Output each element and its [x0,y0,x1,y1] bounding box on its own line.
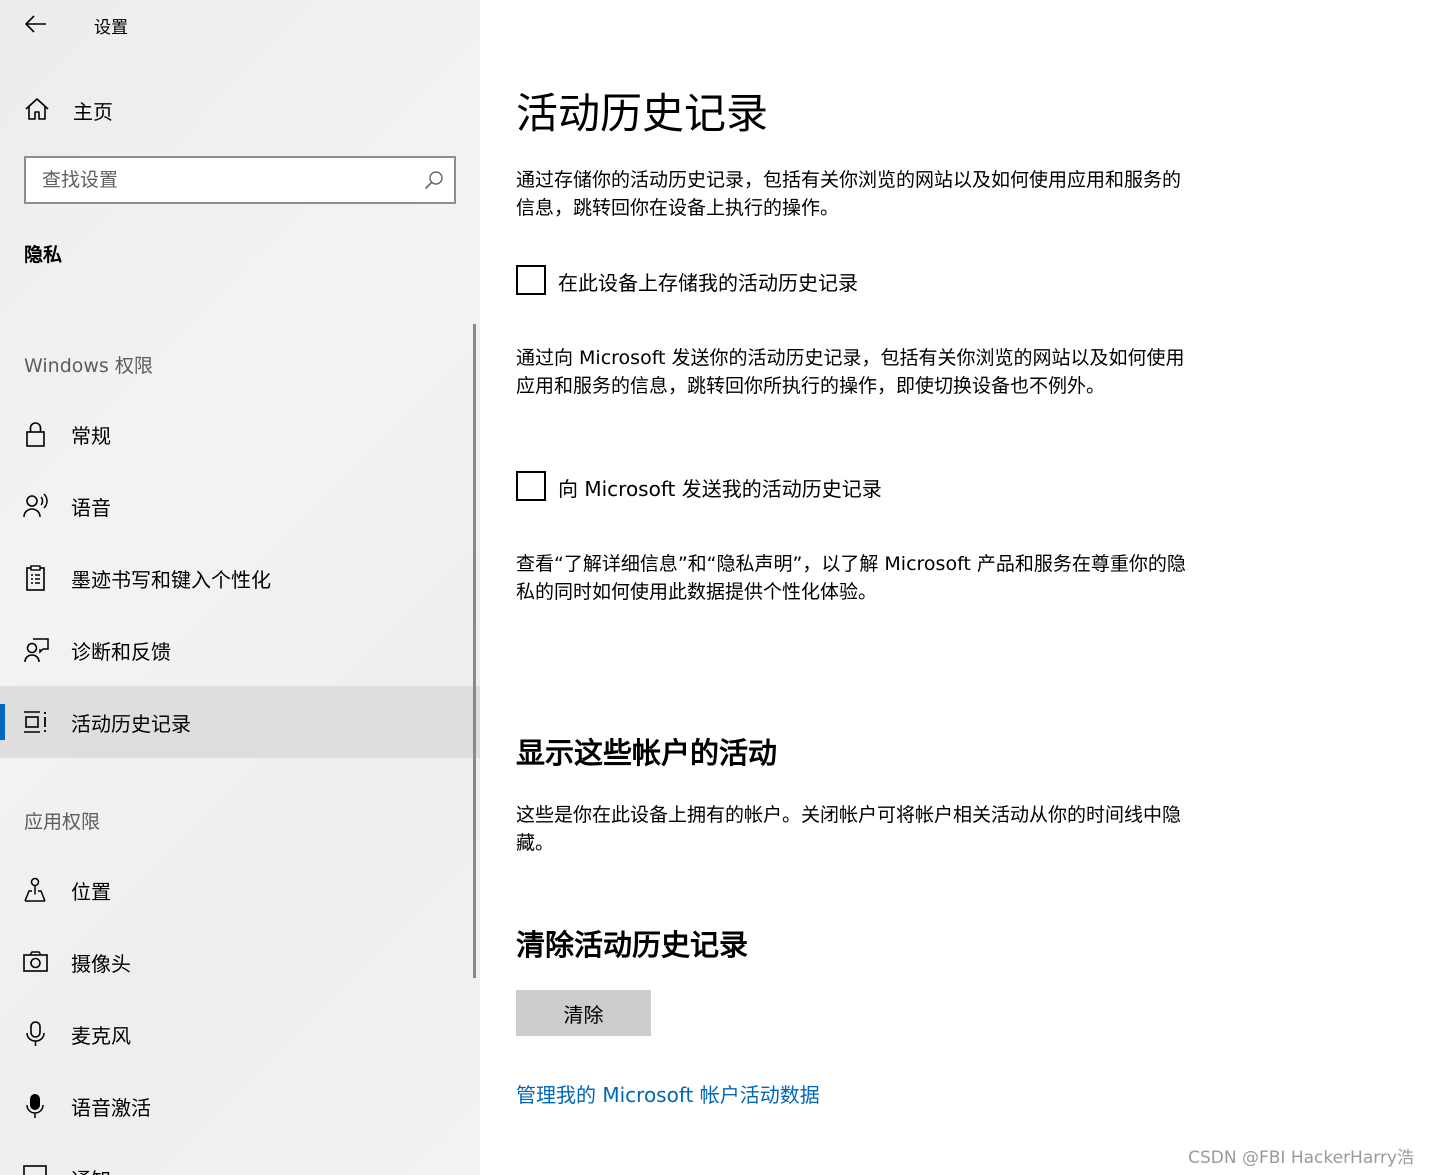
group-label-app-permissions: 应用权限 [24,811,101,833]
sidebar-item-label: 通知 [71,1164,111,1175]
checkbox-box[interactable] [516,265,546,295]
group-label-windows-permissions: Windows 权限 [24,355,153,377]
search-box[interactable] [24,156,456,204]
sidebar-item-general[interactable]: 常规 [0,398,480,470]
page-title: 活动历史记录 [516,89,769,138]
sidebar-item-label: 麦克风 [71,1024,131,1048]
sidebar-item-label: 位置 [71,880,111,904]
sidebar-item-label: 主页 [73,100,113,124]
sidebar-item-label: 语音 [71,496,111,520]
clear-section-title: 清除活动历史记录 [516,928,749,962]
clear-button[interactable]: 清除 [516,990,651,1036]
activity-history-description: 通过存储你的活动历史记录，包括有关你浏览的网站以及如何使用应用和服务的信息，跳转… [516,169,1182,219]
sidebar-item-label: 诊断和反馈 [71,640,171,664]
sidebar-item-label: 活动历史记录 [71,712,191,736]
back-button[interactable] [14,6,58,42]
feedback-icon [22,636,50,664]
search-icon[interactable] [424,170,444,190]
microphone-icon [22,1020,50,1048]
voice-activation-icon [22,1092,50,1120]
manage-account-activity-link[interactable]: 管理我的 Microsoft 帐户活动数据 [516,1079,820,1108]
sidebar-item-microphone[interactable]: 麦克风 [0,998,480,1070]
sidebar-item-location[interactable]: 位置 [0,854,480,926]
arrow-left-icon [25,15,46,33]
lock-icon [22,420,50,448]
privacy-statement-text: 查看“了解详细信息”和“隐私声明”，以了解 Microsoft 产品和服务在尊重… [516,553,1186,603]
clipboard-icon [22,564,50,592]
sidebar-item-diagnostics-feedback[interactable]: 诊断和反馈 [0,614,480,686]
sidebar-item-inking-typing[interactable]: 墨迹书写和键入个性化 [0,542,480,614]
checkbox-box[interactable] [516,471,546,501]
watermark: CSDN @FBI HackerHarry浩 [1188,1148,1414,1168]
sidebar-item-speech[interactable]: 语音 [0,470,480,542]
location-icon [22,876,50,904]
sidebar-item-label: 摄像头 [71,952,131,976]
title-bar: 设置 [0,0,480,48]
accounts-section-title: 显示这些帐户的活动 [516,736,778,770]
checkbox-label: 在此设备上存储我的活动历史记录 [558,271,858,295]
sidebar-item-label: 语音激活 [71,1096,151,1120]
speech-icon [22,492,50,520]
sidebar-item-home[interactable]: 主页 [0,84,480,134]
send-activity-description: 通过向 Microsoft 发送你的活动历史记录，包括有关你浏览的网站以及如何使… [516,347,1185,397]
notification-icon [22,1164,50,1175]
main-content: 活动历史记录 通过存储你的活动历史记录，包括有关你浏览的网站以及如何使用应用和服… [480,0,1430,1175]
camera-icon [22,948,50,976]
sidebar-item-camera[interactable]: 摄像头 [0,926,480,998]
selection-indicator [0,704,5,740]
section-title-privacy: 隐私 [24,244,63,266]
sidebar-item-label: 墨迹书写和键入个性化 [71,568,271,592]
sidebar: 设置 主页 隐私 Windows 权限 常规 [0,0,480,1175]
sidebar-item-notifications[interactable]: 通知 [0,1142,480,1175]
sidebar-item-label: 常规 [71,424,111,448]
accounts-description: 这些是你在此设备上拥有的帐户。关闭帐户可将帐户相关活动从你的时间线中隐藏。 [516,804,1182,854]
sidebar-item-voice-activation[interactable]: 语音激活 [0,1070,480,1142]
search-input[interactable] [26,158,406,202]
checkbox-label: 向 Microsoft 发送我的活动历史记录 [558,477,882,501]
sidebar-scrollbar[interactable] [473,324,476,978]
sidebar-item-activity-history[interactable]: 活动历史记录 [0,686,480,758]
home-icon [24,96,50,122]
activity-history-icon [22,708,50,736]
app-title: 设置 [94,18,128,38]
